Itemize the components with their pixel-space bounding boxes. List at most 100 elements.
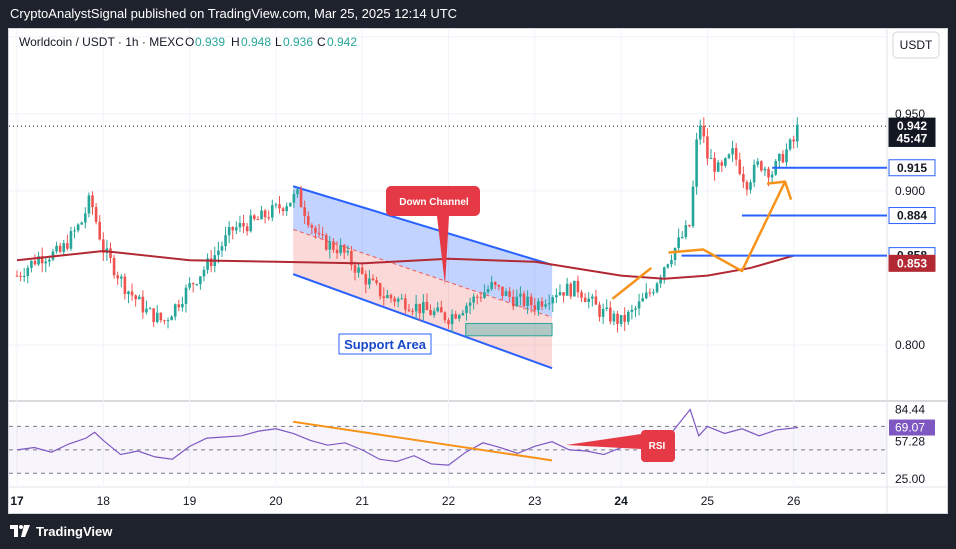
candle-body — [540, 301, 544, 307]
candle-body — [256, 218, 260, 220]
candle-body — [515, 296, 519, 307]
candle-body — [310, 225, 314, 228]
candle-body — [677, 237, 680, 249]
chart-frame[interactable]: 171819202122232425261.0000.9500.9000.800… — [8, 28, 948, 514]
legend-symbol: Worldcoin / USDT · 1h · MEXC — [19, 35, 184, 49]
footer-brand[interactable]: TradingView — [10, 520, 112, 542]
candle-body — [616, 313, 619, 324]
x-tick-label: 23 — [528, 494, 542, 508]
candle-body — [245, 226, 249, 232]
candle-body — [368, 278, 371, 285]
candle-body — [278, 204, 281, 209]
candle-body — [173, 304, 177, 317]
support-area-callout[interactable]: Support Area — [338, 333, 432, 355]
candle-body — [328, 241, 332, 250]
candle-body — [15, 275, 19, 277]
candle-body — [242, 222, 245, 227]
candle-body — [271, 205, 274, 218]
candle-body — [314, 227, 317, 233]
candle-body — [569, 283, 573, 297]
candle-body — [497, 284, 501, 287]
candle-body — [763, 168, 767, 171]
rsi-y-tick-label: 57.28 — [895, 434, 925, 448]
candle-body — [591, 296, 594, 299]
candle-body — [634, 308, 637, 310]
candle-body — [306, 216, 310, 226]
candle-body — [795, 124, 799, 142]
candle-body — [598, 304, 601, 317]
candle-body — [181, 303, 184, 308]
candle-body — [84, 213, 87, 223]
candle-body — [587, 298, 591, 302]
x-tick-label: 25 — [701, 494, 715, 508]
candle-body — [382, 296, 386, 299]
legend-close-value: 0.942 — [327, 35, 357, 49]
candle-body — [389, 294, 393, 299]
currency-button-label[interactable]: USDT — [900, 38, 933, 52]
candle-body — [163, 320, 166, 322]
candle-body — [141, 296, 145, 313]
candle-body — [720, 162, 724, 166]
candle-body — [22, 275, 26, 277]
candle-body — [235, 227, 238, 231]
legend-low-label: L — [275, 35, 282, 49]
candle-body — [296, 189, 299, 195]
candle-body — [407, 309, 411, 312]
candle-body — [411, 311, 414, 313]
candle-body — [756, 161, 760, 165]
candle-body — [637, 301, 641, 309]
candle-body — [742, 173, 745, 182]
candle-body — [137, 296, 141, 300]
chart-canvas[interactable]: 171819202122232425261.0000.9500.9000.800… — [9, 29, 947, 513]
currency-button[interactable]: USDT — [892, 31, 940, 59]
candle-body — [468, 302, 472, 306]
candle-body — [752, 164, 756, 183]
candle-body — [612, 313, 616, 322]
candle-body — [508, 291, 511, 297]
candle-body — [727, 154, 731, 159]
candle-body — [127, 291, 130, 295]
candle-body — [425, 301, 429, 311]
candle-body — [479, 297, 483, 299]
candle-body — [188, 283, 191, 288]
tradingview-logo-icon — [10, 525, 30, 537]
candle-body — [688, 225, 691, 227]
candle-body — [709, 158, 713, 160]
candle-body — [731, 148, 734, 155]
candle-body — [378, 283, 382, 297]
candle-body — [691, 186, 695, 227]
x-tick-label: 21 — [356, 494, 370, 508]
candle-body — [66, 243, 69, 249]
candle-body — [69, 231, 73, 249]
candle-body — [87, 195, 91, 214]
candle-body — [371, 278, 375, 281]
price-tag-label: 45:47 — [897, 131, 928, 145]
candle-body — [670, 259, 673, 265]
candle-body — [342, 244, 346, 253]
candle-body — [429, 310, 432, 316]
candle-body — [565, 283, 569, 296]
candle-body — [580, 292, 583, 298]
y-tick-label: 0.900 — [895, 184, 925, 198]
candle-body — [130, 291, 134, 296]
candle-body — [339, 244, 342, 254]
candle-body — [781, 153, 785, 163]
candle-body — [504, 291, 508, 296]
candle-body — [209, 258, 213, 267]
candle-body — [447, 320, 450, 325]
candle-body — [792, 139, 795, 142]
x-tick-label: 22 — [442, 494, 456, 508]
candle-body — [292, 194, 296, 203]
candle-body — [26, 267, 30, 276]
candle-body — [418, 303, 422, 314]
candle-body — [662, 267, 666, 278]
candle-body — [119, 276, 123, 279]
candle-body — [673, 248, 677, 260]
candle-body — [626, 311, 630, 322]
candle-body — [249, 215, 253, 232]
candle-body — [166, 320, 170, 322]
candle-body — [641, 298, 644, 302]
candle-body — [91, 195, 94, 208]
candle-body — [486, 289, 490, 293]
candle-body — [702, 125, 706, 137]
